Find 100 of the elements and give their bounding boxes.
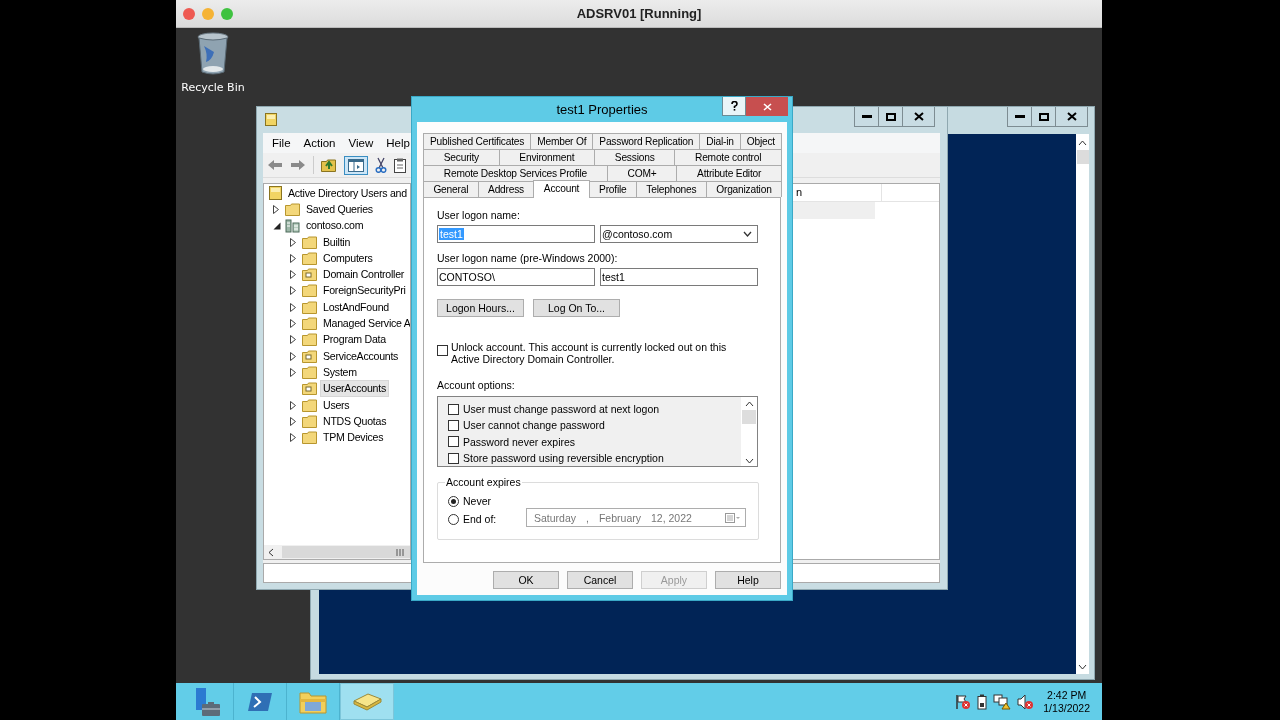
expand-arrow-icon[interactable] [290, 351, 296, 361]
scroll-thumb[interactable] [742, 410, 756, 424]
help-button[interactable] [722, 97, 746, 116]
close-window-button[interactable] [183, 7, 195, 20]
folder-up-icon[interactable] [321, 158, 337, 172]
tab[interactable]: Dial-in [699, 133, 741, 149]
speaker-muted-icon[interactable] [1017, 693, 1034, 710]
tab[interactable]: Remote control [674, 149, 782, 165]
button[interactable]: OK [493, 571, 559, 589]
input-field[interactable]: test1 [600, 268, 758, 286]
minimize-button[interactable] [1007, 107, 1032, 127]
tab[interactable]: Sessions [594, 149, 676, 165]
trash-bin-icon[interactable] [196, 32, 230, 76]
field-label: User logon name: [437, 209, 521, 221]
button[interactable]: Log On To... [533, 299, 620, 317]
expand-arrow-icon[interactable] [290, 286, 296, 296]
column-header[interactable]: n [795, 184, 882, 201]
close-button[interactable] [1055, 107, 1088, 127]
tree-item[interactable]: contoso.com [303, 217, 367, 235]
tab[interactable]: Member Of [530, 133, 594, 149]
expand-arrow-icon[interactable] [290, 416, 296, 426]
tree-item[interactable]: ServiceAccounts [320, 347, 402, 365]
tree-item[interactable]: Users [320, 396, 353, 414]
tree-item[interactable]: NTDS Quotas [320, 412, 390, 430]
radio-button[interactable] [448, 513, 459, 525]
flag-icon[interactable] [955, 693, 972, 710]
battery-icon[interactable] [977, 693, 988, 710]
tab[interactable]: Published Certificates [423, 133, 532, 149]
tree-item[interactable]: ForeignSecurityPri [320, 282, 409, 300]
expand-arrow-icon[interactable] [290, 433, 296, 443]
checkbox[interactable] [448, 419, 459, 431]
minimize-button[interactable] [854, 107, 879, 127]
scroll-up-icon[interactable] [1078, 140, 1087, 146]
tree-item[interactable]: Managed Service A [320, 315, 410, 333]
expand-arrow-icon[interactable] [290, 335, 296, 345]
tree-item[interactable]: Domain Controller [320, 266, 408, 284]
back-arrow-icon[interactable] [267, 159, 283, 171]
tab[interactable]: Password Replication [592, 133, 701, 149]
tab[interactable]: Organization [705, 181, 782, 197]
expand-arrow-icon[interactable] [290, 237, 296, 247]
tree-item[interactable]: UserAccounts [320, 380, 389, 398]
checkbox[interactable] [448, 452, 459, 464]
tab[interactable]: Address [477, 181, 535, 197]
scrollbar[interactable] [264, 545, 410, 559]
scroll-down-icon[interactable] [1078, 664, 1087, 670]
input-field[interactable]: CONTOSO\ [437, 268, 595, 286]
scroll-thumb[interactable] [1076, 150, 1089, 164]
button[interactable]: Help [715, 571, 781, 589]
tab[interactable]: COM+ [606, 165, 678, 181]
clock[interactable]: 2:42 PM 1/13/2022 [1043, 683, 1102, 720]
tree-item[interactable]: LostAndFound [320, 298, 392, 316]
forward-arrow-icon[interactable] [290, 159, 306, 171]
expand-arrow-icon[interactable] [290, 253, 296, 263]
tree-item[interactable]: Active Directory Users and [285, 184, 410, 202]
checkbox[interactable] [448, 403, 459, 415]
tree-item[interactable]: System [320, 363, 360, 381]
checkbox[interactable] [437, 345, 448, 356]
scrollbar[interactable] [741, 397, 757, 466]
tree-item[interactable]: Builtin [320, 233, 354, 251]
tree-item[interactable]: Program Data [320, 331, 389, 349]
menu-item[interactable]: Action [298, 135, 344, 151]
window-title: ADSRV01 [Running] [576, 6, 702, 21]
expand-arrow-icon[interactable] [290, 319, 296, 328]
close-button[interactable] [902, 107, 935, 127]
expand-arrow-icon[interactable] [273, 204, 279, 214]
collapse-arrow-icon[interactable] [273, 221, 281, 230]
tab[interactable]: Object [739, 133, 782, 149]
menu-item[interactable]: File [267, 135, 299, 151]
expand-arrow-icon[interactable] [290, 400, 296, 410]
scroll-left-icon[interactable] [268, 547, 274, 557]
tab[interactable]: Account [533, 180, 590, 198]
expand-arrow-icon[interactable] [290, 367, 296, 377]
scroll-up-icon[interactable] [744, 401, 754, 407]
tab[interactable]: Attribute Editor [676, 165, 782, 181]
menu-item[interactable]: View [343, 135, 382, 151]
tree-item[interactable]: TPM Devices [320, 429, 387, 447]
desktop-icon-label[interactable]: Recycle Bin [181, 81, 245, 94]
expand-arrow-icon[interactable] [290, 270, 296, 280]
button[interactable]: Logon Hours... [437, 299, 524, 317]
tab[interactable]: Profile [588, 181, 637, 197]
clipboard-icon[interactable] [394, 157, 406, 173]
button[interactable]: Cancel [567, 571, 633, 589]
network-icon[interactable] [993, 693, 1012, 710]
dropdown[interactable]: @contoso.com [600, 225, 758, 243]
expand-arrow-icon[interactable] [290, 302, 296, 312]
tab[interactable]: Environment [498, 149, 596, 165]
tree-item[interactable]: Computers [320, 249, 376, 267]
scrollbar[interactable] [1076, 134, 1089, 674]
checkbox[interactable] [448, 436, 459, 448]
tab[interactable]: Security [423, 149, 500, 165]
option-label: Store password using reversible encryption [463, 452, 664, 465]
grip-icon[interactable] [396, 548, 404, 556]
tab[interactable]: Remote Desktop Services Profile [423, 165, 608, 181]
console-tree-button[interactable] [344, 155, 368, 175]
tab[interactable]: General [423, 181, 479, 197]
tree-item[interactable]: Saved Queries [303, 200, 376, 218]
tab[interactable]: Telephones [635, 181, 707, 197]
radio-button[interactable] [448, 495, 459, 507]
scissors-icon[interactable] [375, 157, 387, 173]
scroll-down-icon[interactable] [744, 458, 754, 464]
